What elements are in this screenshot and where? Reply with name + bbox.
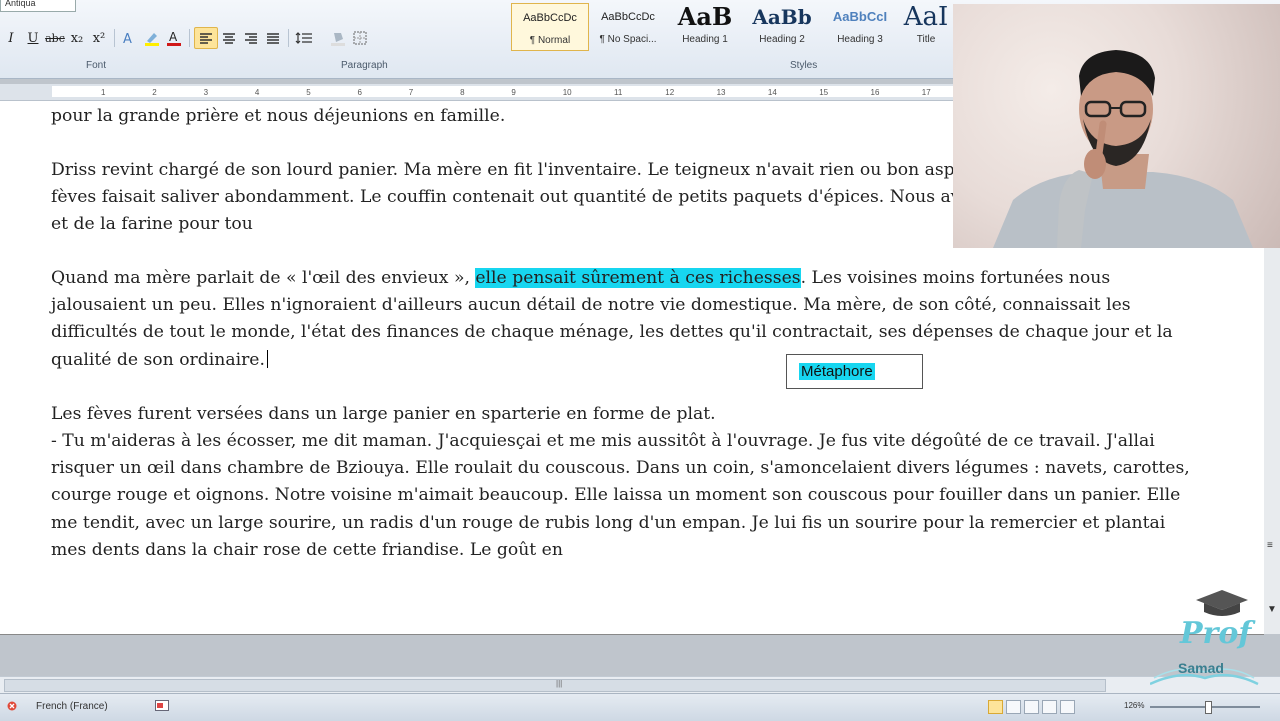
logo-line-2: Samad [1178,660,1224,676]
outline-view-button[interactable] [1042,700,1057,714]
style-name: Heading 3 [837,34,883,45]
separator [288,29,289,47]
paragraph-3-start: Quand ma mère parlait de « l'œil des env… [51,268,476,288]
presenter-video [993,50,1253,248]
paragraph-4: Les fèves furent versées dans un large p… [51,404,716,424]
zoom-slider-knob[interactable] [1205,701,1212,714]
ruler-tick: 4 [254,88,260,97]
ruler-tick: 7 [408,88,414,97]
ruler-tick: 12 [665,88,675,97]
style-name: Title [916,34,936,45]
ruler-tick: 1 [101,88,106,97]
style-preview: AaBbCcDc [601,11,655,23]
align-center-icon[interactable] [218,28,240,48]
borders-icon[interactable] [349,28,371,48]
ruler-tick: 11 [614,88,623,97]
zoom-level[interactable]: 126% [1124,701,1144,710]
superscript-button[interactable]: x² [88,28,110,48]
svg-text:A: A [123,32,132,45]
language-indicator[interactable]: French (France) [36,701,108,712]
line-spacing-icon[interactable] [293,28,315,48]
vertical-scrollbar[interactable]: ≡ ▼ [1264,248,1280,634]
prof-samad-logo: Prof Samad [1149,590,1260,690]
style-preview: AaB [677,3,733,31]
font-name-box[interactable]: Antiqua [0,0,76,12]
subscript-button[interactable]: x₂ [66,28,88,48]
align-left-icon[interactable] [194,27,218,49]
logo-line-1: Prof [1180,616,1252,651]
macro-record-icon[interactable] [155,700,169,711]
style-name: ¶ No Spaci... [599,34,657,45]
paragraph-5: - Tu m'aideras à les écosser, me dit mam… [51,431,1190,560]
ruler-tick: 15 [819,88,829,97]
style-heading-3[interactable]: AaBbCcI Heading 3 [822,3,898,49]
font-group-label: Font [86,60,107,71]
webcam-overlay [953,4,1280,248]
italic-button[interactable]: I [0,28,22,48]
draft-view-button[interactable] [1060,700,1075,714]
ruler-tick: 16 [870,88,880,97]
paragraph-group-label: Paragraph [341,60,388,71]
metaphore-label: Métaphore [799,363,875,380]
proofing-error-icon[interactable] [6,700,18,711]
scroll-down-arrow-icon[interactable]: ▼ [1267,604,1277,615]
align-right-icon[interactable] [240,28,262,48]
status-bar: French (France) 126% [0,693,1280,721]
highlight-color-icon[interactable] [141,28,163,48]
horizontal-scrollbar[interactable]: ||| [0,676,1280,693]
metaphore-callout-box[interactable]: Métaphore [786,354,923,389]
full-screen-reading-button[interactable] [1006,700,1021,714]
ruler-tick: 5 [306,88,311,97]
style-name: Heading 1 [682,34,728,45]
style-heading-2[interactable]: AaBb Heading 2 [744,3,820,49]
styles-group-label: Styles [790,60,818,71]
style-preview: AaBbCcI [832,9,888,24]
scroll-thumb[interactable] [4,679,1106,692]
ruler-tick: 10 [562,88,572,97]
style-heading-1[interactable]: AaB Heading 1 [667,3,743,49]
print-layout-view-button[interactable] [988,700,1003,714]
style-preview: AaI [903,3,949,31]
paragraph-3: Quand ma mère parlait de « l'œil des env… [51,265,1201,374]
text-cursor [266,349,268,368]
format-toolbar: I U abc x₂ x² A A [0,26,371,50]
font-color-icon[interactable]: A [163,28,185,48]
style-normal[interactable]: AaBbCcDc ¶ Normal [511,3,589,51]
style-preview: AaBb [752,5,812,29]
style-name: ¶ Normal [529,35,571,46]
ruler-tick: 8 [460,88,465,97]
text-effects-icon[interactable]: A [119,28,141,48]
zoom-slider[interactable] [1150,701,1260,714]
ruler-tick: 13 [716,88,726,97]
style-title[interactable]: AaI Title [898,3,954,49]
split-icon[interactable]: ≡ [1267,540,1273,551]
ruler-tick: 14 [767,88,777,97]
style-preview: AaBbCcDc [523,12,577,24]
svg-text:A: A [169,30,178,44]
highlighted-text[interactable]: elle pensait sûrement à ces richesses [475,268,801,288]
style-name: Heading 2 [759,34,805,45]
shading-icon[interactable] [327,28,349,48]
ruler-tick: 9 [511,88,516,97]
ruler-tick: 6 [357,88,362,97]
separator [114,29,115,47]
justify-icon[interactable] [262,28,284,48]
ruler-tick: 2 [152,88,157,97]
ruler-tick: 17 [921,88,931,97]
scroll-grip-icon: ||| [556,679,563,688]
web-layout-view-button[interactable] [1024,700,1039,714]
underline-button[interactable]: U [22,28,44,48]
ruler-tick: 3 [203,88,209,97]
separator [189,29,190,47]
style-no-spacing[interactable]: AaBbCcDc ¶ No Spaci... [590,3,666,49]
strikethrough-button[interactable]: abc [44,28,66,48]
